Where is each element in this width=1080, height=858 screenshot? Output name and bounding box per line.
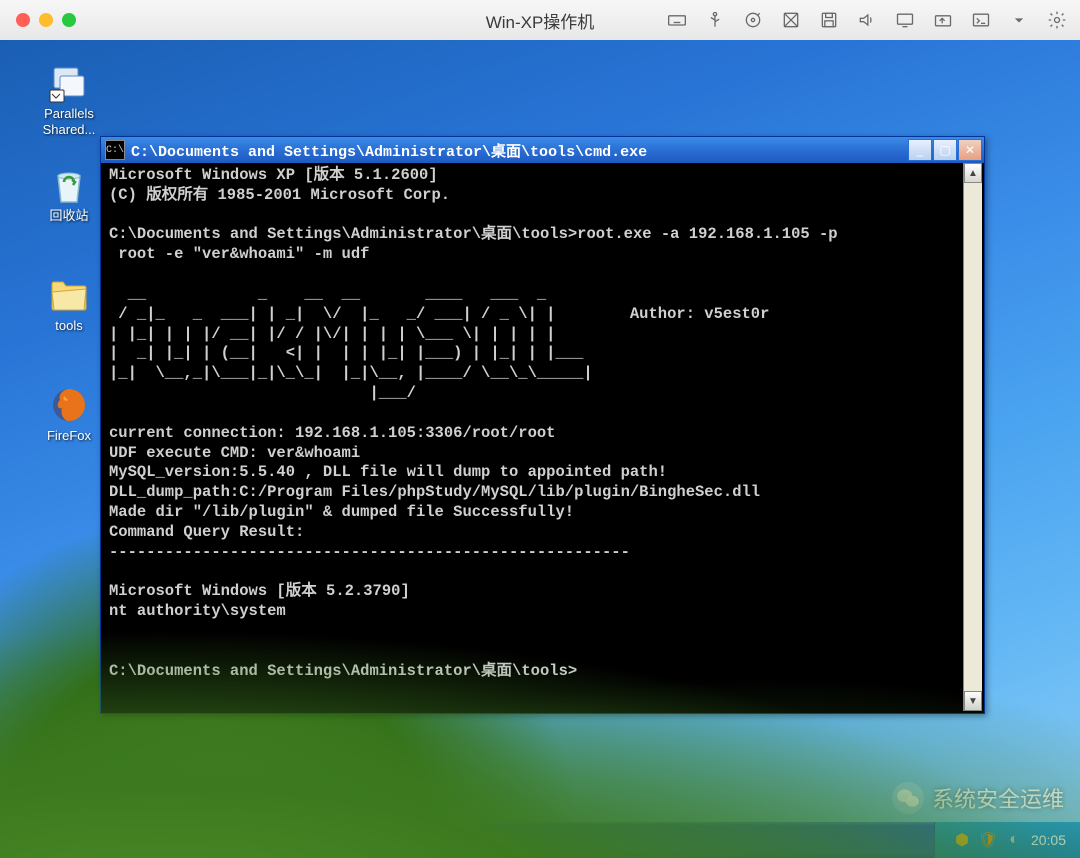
zoom-window-icon[interactable] xyxy=(62,13,76,27)
recycle-bin-icon xyxy=(48,164,90,206)
system-tray[interactable]: ⬢ 🛡 ◐ 20:05 xyxy=(934,822,1080,858)
cmd-scrollbar[interactable]: ▲ ▼ xyxy=(963,163,982,711)
host-titlebar: Win-XP操作机 xyxy=(0,0,1080,41)
terminal-icon[interactable] xyxy=(970,9,992,31)
share-icon[interactable] xyxy=(932,9,954,31)
cmd-titlebar[interactable]: C:\ C:\Documents and Settings\Administra… xyxy=(101,137,984,163)
tray-security-icon[interactable]: 🛡 xyxy=(979,831,997,849)
desktop-icon-recycle-bin[interactable]: 回收站 xyxy=(30,164,108,224)
floppy-icon[interactable] xyxy=(818,9,840,31)
watermark-text: 系统安全运维 xyxy=(932,782,1064,814)
start-button-label: 开始 xyxy=(40,826,80,855)
display-icon[interactable] xyxy=(894,9,916,31)
desktop-icon-parallels[interactable]: Parallels Shared... xyxy=(30,62,108,137)
scroll-down-button[interactable]: ▼ xyxy=(964,691,982,711)
wechat-icon xyxy=(892,782,924,814)
desktop-icon-tools-folder[interactable]: tools xyxy=(30,274,108,334)
tray-shield-icon[interactable]: ⬢ xyxy=(953,831,971,849)
minimize-window-icon[interactable] xyxy=(39,13,53,27)
taskbar-item-label: C:\Documents and... xyxy=(183,833,302,848)
maximize-button[interactable]: ▢ xyxy=(933,139,957,161)
parallels-icon xyxy=(48,62,90,104)
keyboard-icon[interactable] xyxy=(666,9,688,31)
cmd-window: C:\ C:\Documents and Settings\Administra… xyxy=(100,136,985,714)
folder-icon xyxy=(48,274,90,316)
firefox-icon xyxy=(48,384,90,426)
watermark: 系统安全运维 xyxy=(892,782,1064,814)
traffic-lights xyxy=(16,13,76,27)
usb-icon[interactable] xyxy=(704,9,726,31)
windows-logo-icon xyxy=(9,829,33,851)
close-window-icon[interactable] xyxy=(16,13,30,27)
desktop-icon-label: FireFox xyxy=(30,428,108,444)
scroll-track[interactable] xyxy=(964,183,982,691)
desktop-icon-label: 回收站 xyxy=(30,208,108,224)
tray-clock[interactable]: 20:05 xyxy=(1031,832,1066,848)
desktop-icon-label: tools xyxy=(30,318,108,334)
desktop-icon-label: Parallels Shared... xyxy=(30,106,108,137)
vm-screen: Parallels Shared... 回收站 tools FireFox C:… xyxy=(0,40,1080,858)
xp-desktop[interactable]: Parallels Shared... 回收站 tools FireFox C:… xyxy=(0,40,1080,858)
scroll-up-button[interactable]: ▲ xyxy=(964,163,982,183)
host-toolbar xyxy=(666,9,1068,31)
tray-clock-icon[interactable]: ◐ xyxy=(1005,831,1023,849)
taskbar-item-cmd[interactable]: C:\ C:\Documents and... xyxy=(144,826,350,854)
xp-taskbar: 开始 C:\ C:\Documents and... ⬢ 🛡 ◐ 20:05 xyxy=(0,822,1080,858)
cmd-icon: C:\ xyxy=(157,832,175,848)
close-button[interactable]: ✕ xyxy=(958,139,982,161)
dropdown-icon[interactable] xyxy=(1008,9,1030,31)
cd-icon[interactable] xyxy=(742,9,764,31)
cmd-window-title: C:\Documents and Settings\Administrator\… xyxy=(131,140,908,161)
desktop-icon-firefox[interactable]: FireFox xyxy=(30,384,108,444)
gear-icon[interactable] xyxy=(1046,9,1068,31)
sound-icon[interactable] xyxy=(856,9,878,31)
cmd-output[interactable]: Microsoft Windows XP [版本 5.1.2600] (C) 版… xyxy=(103,163,964,711)
minimize-button[interactable]: _ xyxy=(908,139,932,161)
start-button[interactable]: 开始 xyxy=(0,822,128,858)
network-icon[interactable] xyxy=(780,9,802,31)
cmd-window-icon: C:\ xyxy=(105,140,125,160)
